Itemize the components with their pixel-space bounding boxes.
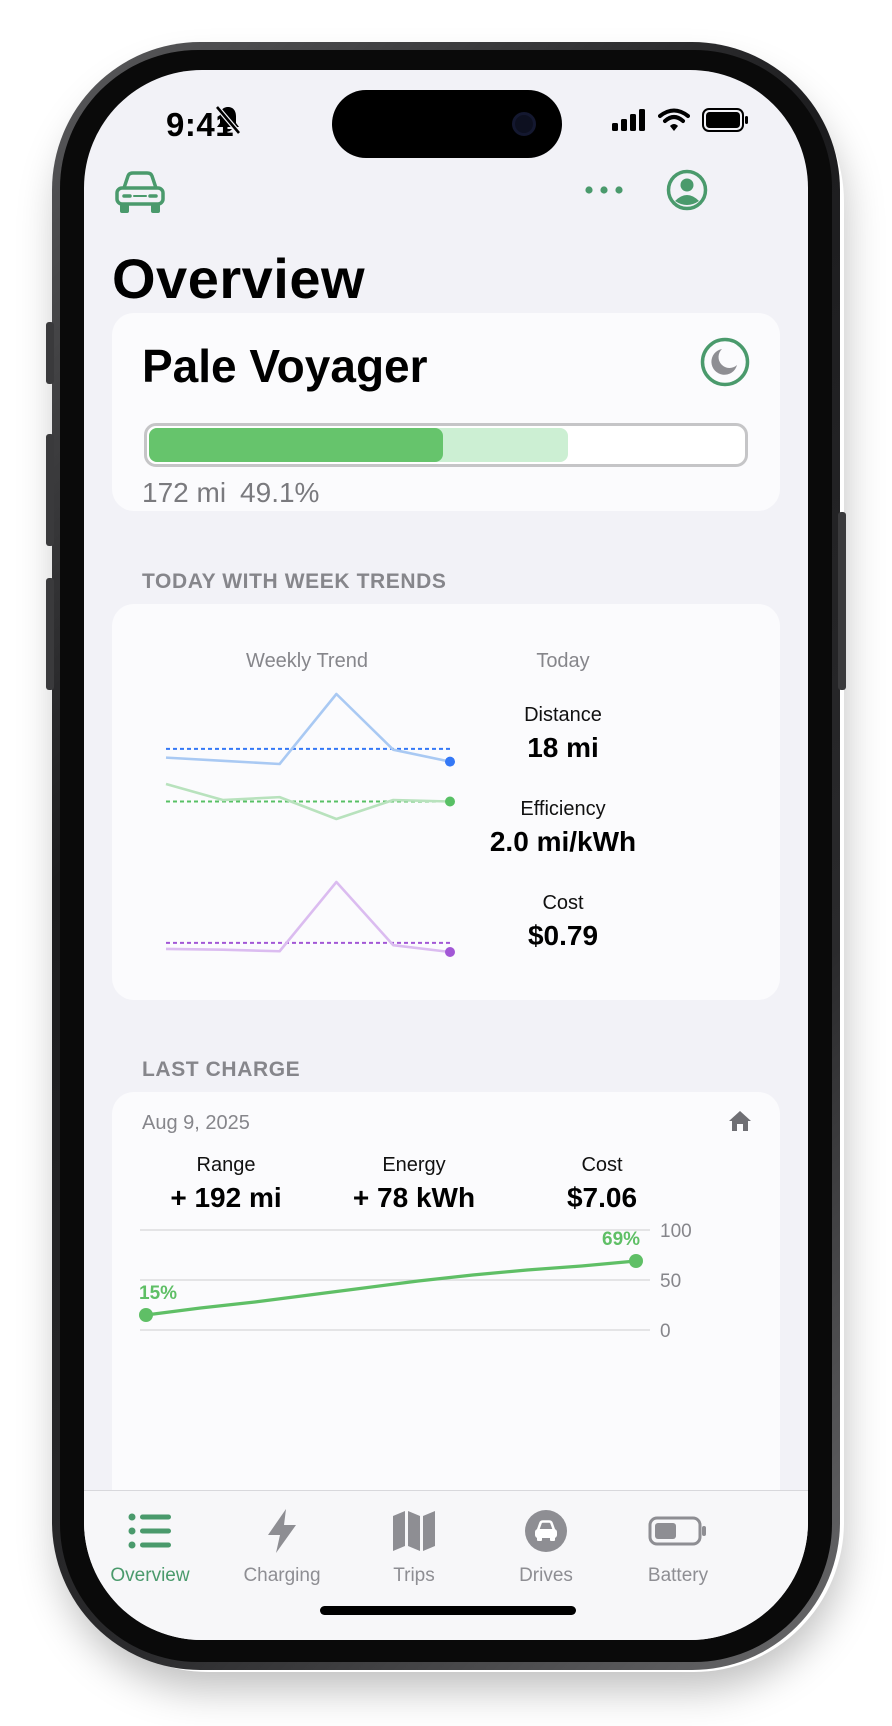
front-camera bbox=[512, 112, 536, 136]
battery-status-icon bbox=[702, 108, 750, 137]
charge-curve-chart: 100 50 0 15% 69% bbox=[139, 1221, 692, 1342]
charge-energy-label: Energy bbox=[382, 1154, 446, 1176]
charge-end-point bbox=[629, 1254, 643, 1268]
battery-range: 172 mi bbox=[142, 477, 227, 508]
charge-start-label: 15% bbox=[139, 1283, 177, 1304]
charge-curve-line bbox=[144, 1259, 638, 1317]
battery-percent: 49.1% bbox=[240, 477, 320, 508]
wifi-icon bbox=[658, 108, 690, 137]
car-icon[interactable] bbox=[114, 170, 166, 221]
efficiency-value: 2.0 mi/kWh bbox=[489, 826, 637, 857]
charge-range-value: + 192 mi bbox=[170, 1182, 282, 1213]
tab-bar: Overview Charging Trips Drives Battery bbox=[84, 1490, 808, 1640]
last-charge-card[interactable]: Aug 9, 2025 Range + 192 mi Energy + 78 k… bbox=[112, 1092, 780, 1512]
distance-trend-line bbox=[165, 692, 451, 766]
screen: 9:41 Overview Pale Voyager 172 mi 49.1% … bbox=[84, 70, 808, 1640]
tab-charging[interactable]: Charging bbox=[212, 1505, 352, 1587]
bell-slash-icon bbox=[214, 104, 242, 141]
y-tick-label: 0 bbox=[660, 1321, 671, 1342]
dynamic-island bbox=[332, 90, 562, 158]
charge-start-point bbox=[139, 1308, 153, 1322]
cost-label: Cost bbox=[542, 892, 584, 914]
y-tick-label: 50 bbox=[660, 1271, 681, 1292]
trends-card[interactable]: Weekly Trend Today Distance 18 mi Effici… bbox=[112, 604, 780, 1000]
cellular-signal-icon bbox=[612, 109, 646, 136]
battery-level-bar bbox=[144, 423, 748, 467]
charge-date: Aug 9, 2025 bbox=[142, 1112, 250, 1134]
map-icon bbox=[344, 1505, 484, 1557]
power-button bbox=[838, 512, 846, 690]
car-circle-icon bbox=[476, 1505, 616, 1557]
volume-down-button bbox=[46, 578, 54, 690]
tab-battery[interactable]: Battery bbox=[608, 1505, 748, 1587]
efficiency-label: Efficiency bbox=[520, 798, 606, 820]
y-tick-label: 100 bbox=[660, 1221, 692, 1242]
distance-label: Distance bbox=[524, 704, 602, 726]
tab-trips[interactable]: Trips bbox=[344, 1505, 484, 1587]
vehicle-card[interactable]: Pale Voyager 172 mi 49.1% bbox=[112, 313, 780, 511]
battery-summary: 172 mi 49.1% bbox=[142, 477, 333, 509]
tab-trips-label: Trips bbox=[393, 1565, 435, 1586]
list-icon bbox=[84, 1505, 220, 1557]
charge-end-label: 69% bbox=[602, 1229, 640, 1250]
tab-drives-label: Drives bbox=[519, 1565, 573, 1586]
cost-value: $0.79 bbox=[527, 920, 599, 951]
moon-icon[interactable] bbox=[700, 337, 750, 387]
charge-range-label: Range bbox=[196, 1154, 256, 1176]
trends-section-header: TODAY WITH WEEK TRENDS bbox=[142, 570, 447, 593]
battery-level-fill bbox=[149, 428, 443, 462]
charge-energy-value: + 78 kWh bbox=[352, 1182, 476, 1213]
charge-cost-value: $7.06 bbox=[566, 1182, 638, 1213]
distance-value: 18 mi bbox=[527, 732, 599, 763]
battery-icon bbox=[608, 1505, 748, 1557]
bolt-icon bbox=[212, 1505, 352, 1557]
volume-up-button bbox=[46, 434, 54, 546]
cost-trend-line bbox=[165, 880, 451, 954]
tab-overview-label: Overview bbox=[110, 1565, 190, 1586]
status-indicators bbox=[612, 108, 750, 137]
more-icon[interactable] bbox=[584, 182, 624, 203]
last-charge-section-header: LAST CHARGE bbox=[142, 1058, 301, 1081]
tab-overview[interactable]: Overview bbox=[84, 1505, 220, 1587]
page-title: Overview bbox=[112, 247, 366, 310]
weekly-trend-sparklines bbox=[165, 692, 455, 957]
account-icon[interactable] bbox=[666, 169, 708, 216]
charge-cost-label: Cost bbox=[581, 1154, 623, 1176]
tab-drives[interactable]: Drives bbox=[476, 1505, 616, 1587]
tab-charging-label: Charging bbox=[243, 1565, 321, 1586]
action-button bbox=[46, 322, 54, 384]
tab-battery-label: Battery bbox=[647, 1565, 709, 1586]
home-indicator bbox=[320, 1606, 576, 1615]
house-icon bbox=[728, 1110, 752, 1137]
vehicle-name: Pale Voyager bbox=[142, 340, 428, 392]
